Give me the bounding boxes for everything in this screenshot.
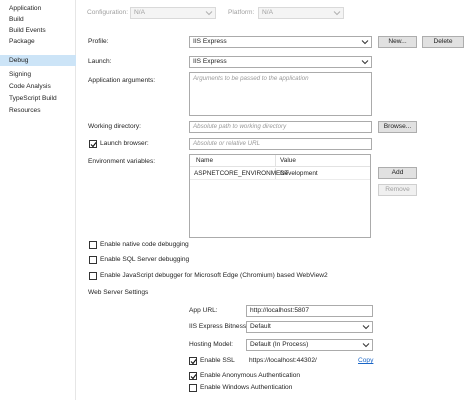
checkmark-icon [90,142,97,148]
anonymous-auth-label: Enable Anonymous Authentication [200,372,301,379]
platform-label: Platform: [228,9,255,16]
app-args-label: Application arguments: [88,77,156,84]
launch-value: IIS Express [193,58,227,65]
copy-ssl-url-link[interactable]: Copy [358,356,373,366]
env-vars-header: Name Value [190,155,370,167]
project-properties-nav: Application Build Build Events Package D… [0,0,76,400]
native-debug-checkbox[interactable] [89,241,97,249]
windows-auth-label: Enable Windows Authentication [200,384,293,391]
remove-env-button: Remove [378,184,417,196]
windows-auth-checkbox[interactable] [189,384,197,392]
nav-item-application[interactable]: Application [0,3,76,14]
web-server-section-title: Web Server Settings [88,289,149,296]
hosting-model-label: Hosting Model: [189,341,233,348]
bitness-label: IIS Express Bitness: [189,323,248,330]
app-args-placeholder: Arguments to be passed to the applicatio… [193,75,309,82]
add-env-button[interactable]: Add [378,167,417,179]
nav-item-debug[interactable]: Debug [0,55,76,66]
env-vars-label: Environment variables: [88,158,156,165]
js-debug-label: Enable JavaScript debugger for Microsoft… [100,272,328,279]
app-url-input[interactable]: http://localhost:5807 [246,305,373,317]
hosting-model-value: Default (In Process) [250,341,309,348]
configuration-value: N/A [134,9,145,16]
profile-label: Profile: [88,38,109,45]
bitness-value: Default [250,323,271,330]
bitness-select[interactable]: Default [246,321,373,333]
checkmark-icon [190,359,197,365]
anonymous-auth-checkbox[interactable] [189,372,197,380]
nav-item-resources[interactable]: Resources [0,105,76,116]
enable-ssl-label: Enable SSL [200,357,235,364]
launch-url-placeholder: Absolute or relative URL [193,140,261,147]
nav-item-code-analysis[interactable]: Code Analysis [0,81,76,92]
chevron-down-icon [333,9,341,17]
platform-value: N/A [262,9,273,16]
working-dir-input[interactable]: Absolute path to working directory [189,121,372,133]
env-vars-grid[interactable]: Name Value ASPNETCORE_ENVIRONMENT Develo… [189,154,371,238]
column-divider [275,155,276,167]
platform-select: N/A [258,7,344,19]
chevron-down-icon [362,323,370,331]
nav-item-build-events[interactable]: Build Events [0,25,76,36]
launch-select[interactable]: IIS Express [189,56,372,68]
configuration-select: N/A [130,7,216,19]
js-debug-checkbox[interactable] [89,272,97,280]
launch-url-input[interactable]: Absolute or relative URL [189,138,372,150]
sql-debug-checkbox[interactable] [89,256,97,264]
env-col-name[interactable]: Name [196,156,213,166]
enable-ssl-checkbox[interactable] [189,357,197,365]
app-url-label: App URL: [189,307,218,314]
env-row-name: ASPNETCORE_ENVIRONMENT [194,170,289,177]
chevron-down-icon [361,38,369,46]
env-col-value[interactable]: Value [280,156,296,166]
table-row[interactable]: ASPNETCORE_ENVIRONMENT Development [190,168,370,180]
chevron-down-icon [362,341,370,349]
app-args-textarea[interactable]: Arguments to be passed to the applicatio… [189,72,372,116]
browse-button[interactable]: Browse... [378,121,417,133]
working-dir-label: Working directory: [88,123,142,130]
nav-item-typescript-build[interactable]: TypeScript Build [0,93,76,104]
sql-debug-label: Enable SQL Server debugging [100,256,190,263]
configuration-label: Configuration: [87,9,129,16]
env-row-value: Development [280,170,318,177]
profile-value: IIS Express [193,38,227,45]
app-url-value: http://localhost:5807 [250,307,310,314]
chevron-down-icon [361,58,369,66]
delete-profile-button[interactable]: Delete [422,36,464,48]
checkmark-icon [190,374,197,380]
chevron-down-icon [205,9,213,17]
launch-label: Launch: [88,58,112,65]
nav-item-build[interactable]: Build [0,14,76,25]
working-dir-placeholder: Absolute path to working directory [193,123,287,130]
nav-item-signing[interactable]: Signing [0,69,76,80]
launch-browser-checkbox[interactable] [89,140,97,148]
native-debug-label: Enable native code debugging [100,241,189,248]
hosting-model-select[interactable]: Default (In Process) [246,339,373,351]
new-profile-button[interactable]: New... [378,36,417,48]
launch-browser-label: Launch browser: [100,140,149,147]
ssl-url-value: https://localhost:44302/ [249,357,317,364]
profile-select[interactable]: IIS Express [189,36,372,48]
nav-item-package[interactable]: Package [0,36,76,47]
